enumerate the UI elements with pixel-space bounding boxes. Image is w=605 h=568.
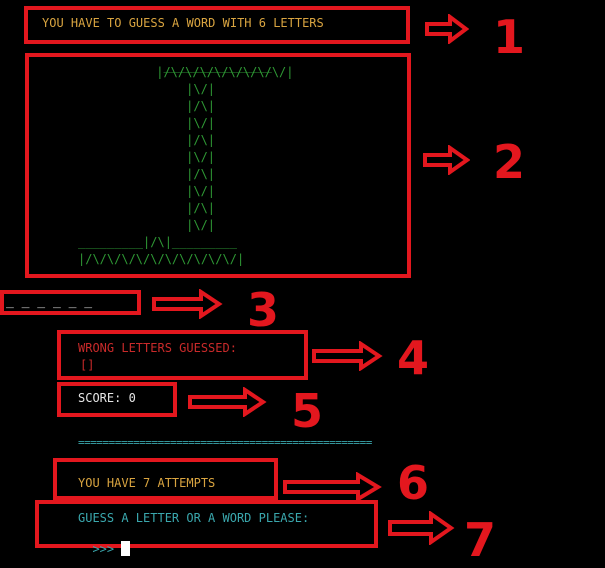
gallows-line: _________|/\|_________ (78, 235, 237, 249)
annotation-number: 4 (397, 331, 430, 385)
text-cursor[interactable] (121, 541, 131, 556)
annotation-number: 7 (464, 513, 497, 567)
wrong-letters-box (57, 330, 308, 380)
score-text: SCORE: 0 (78, 391, 136, 405)
gallows-line: |/\/\/\/\/\/\/\/\/\/\/| (78, 252, 245, 266)
divider: ========================================… (78, 436, 372, 449)
annotation-number: 5 (291, 384, 324, 438)
gallows-line: |\/| (150, 184, 216, 198)
arrow-right-icon (388, 511, 455, 545)
gallows-line: |/\| (150, 99, 216, 113)
arrow-right-icon (283, 472, 382, 502)
gallows-line: |\/| (150, 218, 216, 232)
wrong-letters-value: [] (80, 358, 95, 372)
annotation-number: 2 (493, 135, 526, 189)
gallows-line: |/\| (150, 201, 216, 215)
arrow-right-icon (152, 289, 223, 319)
gallows-line: |/\/\/\/\/\/\/\/\/| (149, 65, 294, 79)
gallows-line: |\/| (150, 150, 216, 164)
gallows-line: |\/| (150, 116, 216, 130)
attempts-text: YOU HAVE 7 ATTEMPTS (78, 476, 216, 490)
input-caret: >>> (92, 542, 115, 556)
gallows-line: |\/| (150, 82, 216, 96)
annotation-number: 3 (247, 283, 280, 337)
wrong-letters-label: WRONG LETTERS GUESSED: (78, 341, 237, 355)
annotation-number: 6 (397, 456, 430, 510)
word-blanks: _ _ _ _ _ _ (6, 294, 93, 309)
word-length-prompt: YOU HAVE TO GUESS A WORD WITH 6 LETTERS (42, 16, 324, 30)
annotation-number: 1 (493, 10, 526, 64)
arrow-right-icon (423, 145, 470, 175)
arrow-right-icon (188, 387, 267, 417)
input-line[interactable]: >>> (78, 527, 131, 556)
gallows-line: |/\| (150, 133, 216, 147)
gallows-line: |/\| (150, 167, 216, 181)
arrow-right-icon (425, 14, 469, 44)
arrow-right-icon (312, 341, 383, 371)
input-prompt: GUESS A LETTER OR A WORD PLEASE: (78, 511, 310, 525)
